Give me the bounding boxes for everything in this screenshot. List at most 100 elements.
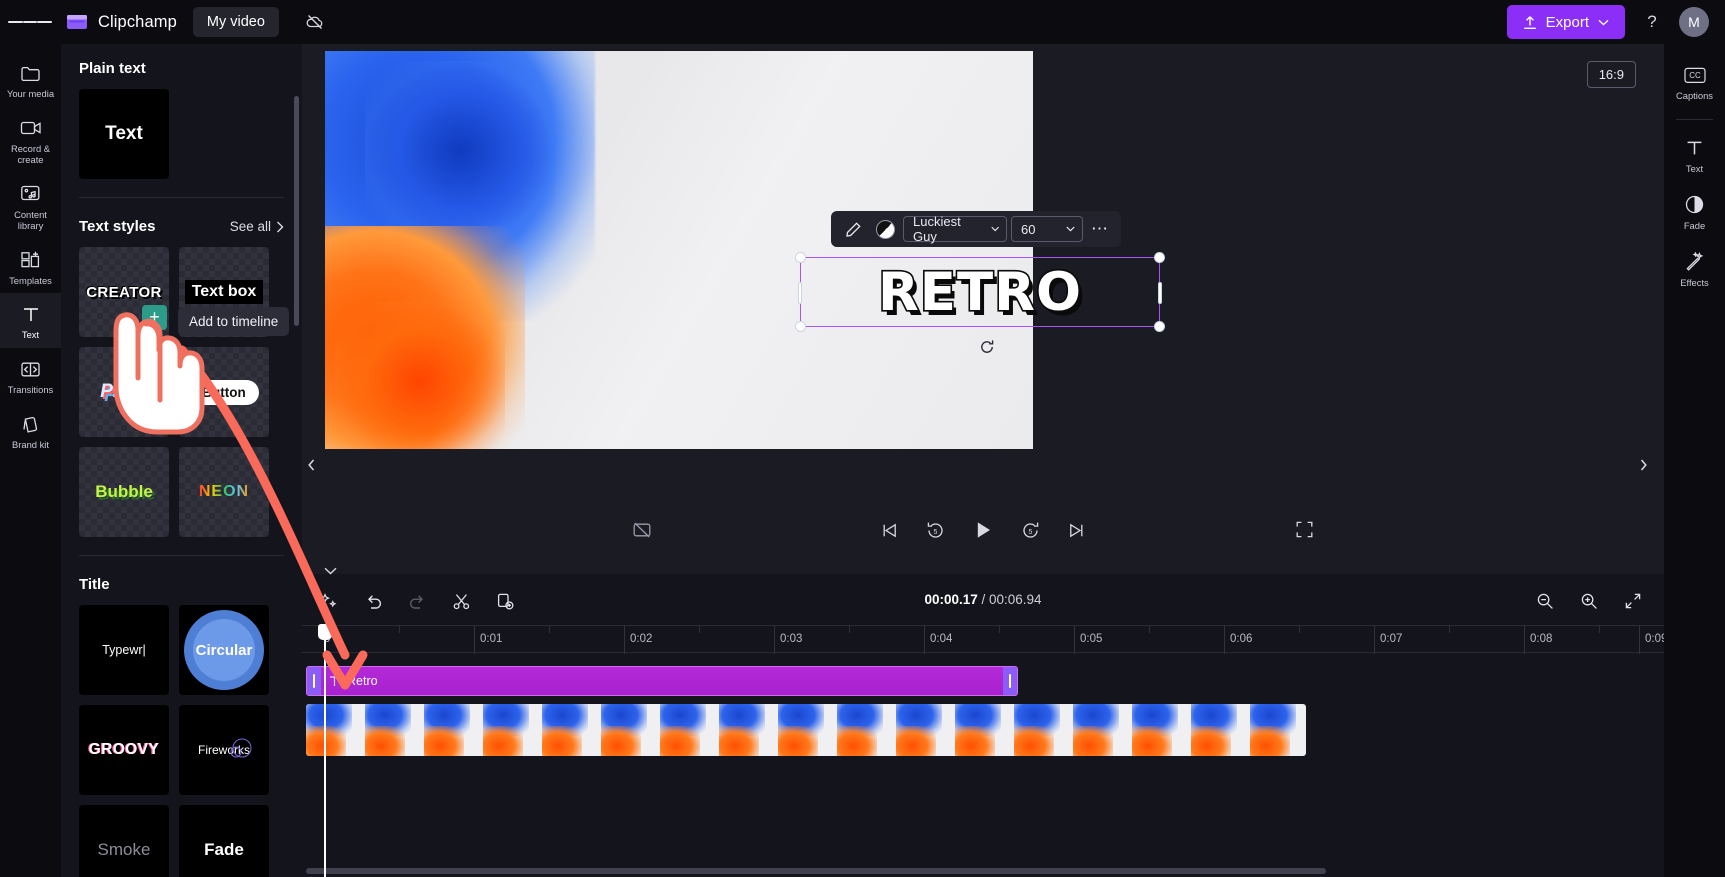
forward-5s-icon[interactable]: 5 [1020,520,1041,541]
canvas-text-retro[interactable]: RETRO [800,256,1160,328]
play-button[interactable] [972,519,994,541]
orange-smoke-core-decoration [335,301,505,449]
plain-text-card[interactable]: Text [79,89,169,179]
collapse-panel-right-button[interactable] [1634,440,1652,490]
clip-thumbnail [1073,704,1132,756]
rewind-5s-icon[interactable]: 5 [925,520,946,541]
clipchamp-logo-icon [66,12,89,32]
timeline-clip-text-retro[interactable]: Retro [306,666,1018,696]
captions-off-icon[interactable] [632,520,652,540]
avatar[interactable]: M [1679,7,1709,37]
playhead[interactable] [318,624,332,877]
clip-thumbnail [1250,704,1306,756]
rotate-handle-icon[interactable] [978,338,996,356]
playhead-knob[interactable] [318,624,332,640]
timecode-display: 00:00.17 / 00:06.94 [924,592,1041,607]
project-name-chip[interactable]: My video [192,7,279,37]
title-tile-fireworks[interactable]: Fireworks [179,705,269,795]
clip-trim-handle-right[interactable] [1003,667,1017,695]
pencil-icon[interactable] [839,215,867,243]
magic-icon[interactable] [316,588,342,614]
panel-scrollbar[interactable] [294,96,299,326]
timeline-clip-video[interactable] [306,704,1306,756]
more-options-icon[interactable]: ⋯ [1087,219,1113,239]
font-family-select[interactable]: Luckiest Guy [903,214,1007,244]
export-button[interactable]: Export [1506,5,1625,39]
title-tile-groovy[interactable]: GROOVY [79,705,169,795]
see-all-button[interactable]: See all [230,219,284,234]
sidebar-item-brand-kit[interactable]: Brand kit [0,403,61,458]
zoom-out-icon[interactable] [1532,588,1558,614]
split-scissors-icon[interactable] [448,588,474,614]
top-bar-right: Export ? M [1506,5,1725,39]
clip-thumbnail [601,704,660,756]
text-styles-grid: CREATOR Text box Pride Button Bubble NEO… [79,247,284,537]
brand-kit-icon [20,412,41,436]
sidebar-item-transitions[interactable]: Transitions [0,348,61,403]
right-rail-item-text[interactable]: Text [1664,128,1725,184]
sidebar-item-your-media[interactable]: Your media [0,52,61,107]
fullscreen-icon[interactable] [1295,520,1314,539]
right-rail-label: Fade [1683,220,1706,231]
help-button[interactable]: ? [1639,9,1665,35]
text-style-tile-bubble[interactable]: Bubble [79,447,169,537]
clip-name: Retro [347,674,378,688]
collapse-panel-left-button[interactable] [302,440,320,490]
add-to-timeline-plus-icon[interactable]: + [142,305,167,330]
tile-label: Bubble [95,482,153,501]
timeline-ruler[interactable]: 0:01 0:02 0:03 0:04 0:05 0:06 0:07 0:08 … [302,625,1667,654]
video-preview-canvas[interactable] [325,51,1033,449]
right-rail: CC Captions Text Fade Effects [1664,44,1725,877]
timeline-horizontal-scrollbar[interactable] [306,868,1326,874]
title-tile-typewriter[interactable]: Typewr | [79,605,169,695]
ruler-label: 0:02 [630,633,653,645]
chevron-down-icon [991,226,999,232]
title-header: Title [79,576,284,593]
hamburger-menu-icon[interactable] [8,0,53,44]
sidebar-item-templates[interactable]: Templates [0,239,61,294]
right-rail-item-effects[interactable]: Effects [1664,241,1725,298]
duplicate-icon[interactable] [492,588,518,614]
aspect-ratio-chip[interactable]: 16:9 [1586,61,1636,88]
clip-thumbnail [1132,704,1191,756]
text-style-tile-button[interactable]: Button [179,347,269,437]
text-styles-heading: Text styles [79,218,156,235]
skip-to-end-icon[interactable] [1067,521,1086,540]
clip-thumbnail [778,704,837,756]
title-tile-smoke[interactable]: Smoke [79,805,169,877]
cloud-offline-icon[interactable] [301,8,329,36]
sidebar-item-content-library[interactable]: Content library [0,173,61,239]
transitions-icon [20,357,41,381]
text-style-tile-pride[interactable]: Pride [79,347,169,437]
transport-controls: 5 5 [880,519,1086,541]
clip-trim-handle-left[interactable] [307,667,321,695]
sidebar-item-text[interactable]: Text [0,293,61,349]
text-style-tile-neon[interactable]: NEON [179,447,269,537]
skip-to-start-icon[interactable] [880,521,899,540]
right-rail-item-captions[interactable]: CC Captions [1664,56,1725,111]
redo-icon[interactable] [404,588,430,614]
clip-thumbnail [660,704,719,756]
fit-to-screen-icon[interactable] [1620,588,1646,614]
title-tile-circular[interactable]: Circular [179,605,269,695]
right-rail-item-fade[interactable]: Fade [1664,184,1725,241]
timeline-collapse-icon[interactable] [316,560,344,582]
chevron-right-icon [277,221,284,232]
color-swatch-icon[interactable] [871,215,899,243]
tile-label: Typewr [102,643,143,657]
divider [79,555,284,556]
undo-icon[interactable] [360,588,386,614]
sidebar-item-record-create[interactable]: Record & create [0,107,61,173]
zoom-in-icon[interactable] [1576,588,1602,614]
clip-thumbnail [1014,704,1073,756]
font-family-value: Luckiest Guy [913,214,961,244]
ruler-label: 0:01 [480,633,503,645]
title-tile-fade[interactable]: Fade [179,805,269,877]
folder-icon [20,61,41,85]
export-label: Export [1545,13,1589,31]
font-size-select[interactable]: 60 [1011,216,1083,242]
timeline-tracks: Retro [302,653,1664,877]
sidebar-label: Content library [14,208,47,231]
clip-thumbnail [837,704,896,756]
ruler-label: 0:05 [1080,633,1103,645]
